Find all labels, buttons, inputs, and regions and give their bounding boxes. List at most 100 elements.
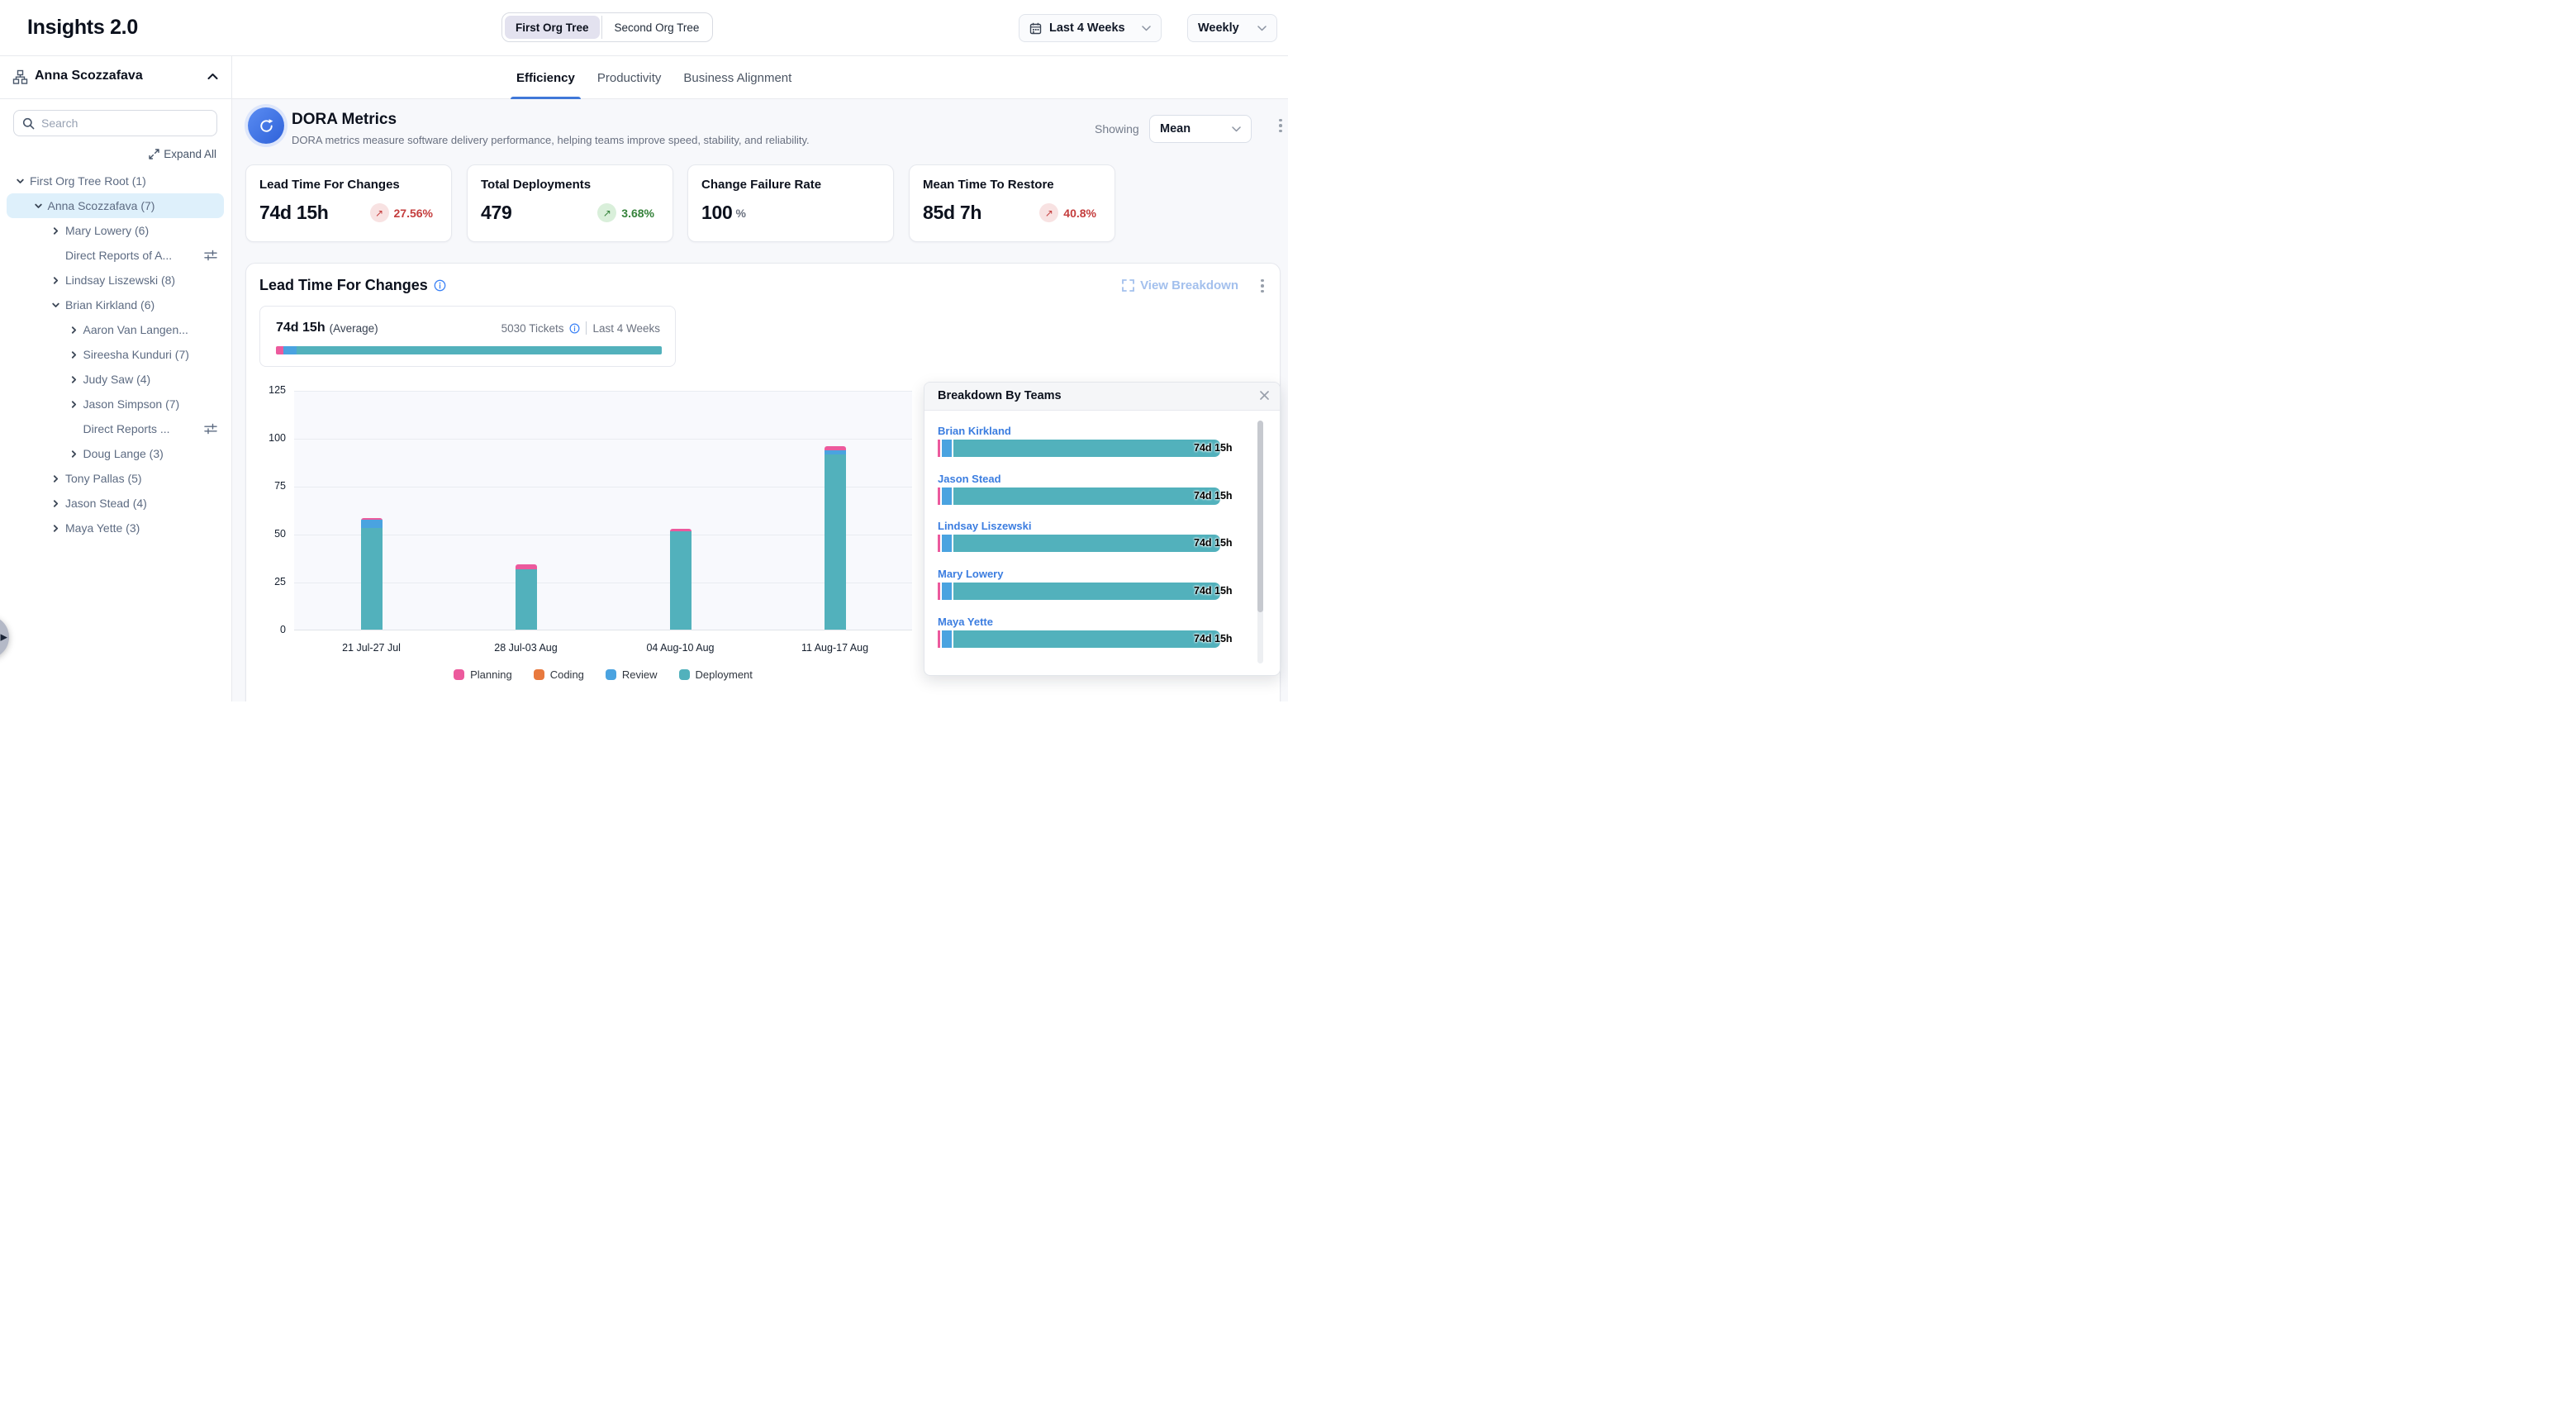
chevron-right-icon[interactable] <box>51 275 61 285</box>
dora-kebab-menu[interactable] <box>1275 117 1286 134</box>
legend-item: Review <box>606 668 658 681</box>
metric-card: Mean Time To Restore85d 7h↗40.8% <box>909 164 1115 242</box>
team-name-link[interactable]: Maya Yette <box>938 616 993 628</box>
metric-card-title: Mean Time To Restore <box>923 178 1101 192</box>
chart-legend: PlanningCodingReviewDeployment <box>294 668 912 681</box>
expand-all-button[interactable]: Expand All <box>149 148 216 160</box>
tree-item[interactable]: Sireesha Kunduri (7) <box>7 342 224 367</box>
search-input[interactable] <box>41 117 208 130</box>
tab-business-alignment[interactable]: Business Alignment <box>681 56 794 99</box>
tree-item[interactable]: Brian Kirkland (6) <box>7 292 224 317</box>
metric-card: Change Failure Rate100% <box>687 164 894 242</box>
chevron-right-icon[interactable] <box>51 523 61 533</box>
tree-item-label: Maya Yette (3) <box>65 521 140 535</box>
toggle-second-org-tree[interactable]: Second Org Tree <box>604 16 711 39</box>
tabs: Efficiency Productivity Business Alignme… <box>514 56 794 99</box>
average-label: (Average) <box>330 322 378 335</box>
team-name-link[interactable]: Jason Stead <box>938 473 1001 485</box>
tree-item[interactable]: Mary Lowery (6) <box>7 218 224 243</box>
showing-dropdown[interactable]: Mean <box>1149 115 1252 143</box>
tree-item[interactable]: Direct Reports of A... <box>7 243 224 268</box>
tree-item[interactable]: Doug Lange (3) <box>7 441 224 466</box>
expand-all-label: Expand All <box>164 148 216 160</box>
y-tick-label: 50 <box>253 528 286 540</box>
chevron-right-icon[interactable] <box>69 374 79 384</box>
trend-up-icon: ↗ <box>370 203 389 222</box>
stacked-bar <box>825 446 846 630</box>
tree-item[interactable]: Direct Reports ... <box>7 416 224 441</box>
date-range-dropdown[interactable]: Last 4 Weeks <box>1019 14 1162 42</box>
filter-sliders-icon[interactable] <box>204 250 217 261</box>
team-name-link[interactable]: Mary Lowery <box>938 568 1003 580</box>
chevron-right-icon[interactable] <box>69 350 79 359</box>
granularity-dropdown[interactable]: Weekly <box>1187 14 1277 42</box>
org-tree: First Org Tree Root (1) Anna Scozzafava (… <box>0 169 231 540</box>
team-bar-segment-review <box>942 583 952 600</box>
lead-time-kebab-menu[interactable] <box>1257 278 1268 294</box>
tab-productivity[interactable]: Productivity <box>595 56 664 99</box>
team-bar-segment-review <box>942 630 952 648</box>
insights-app: Insights 2.0 First Org Tree Second Org T… <box>0 0 1288 702</box>
bar-chart-plot <box>294 391 912 630</box>
tree-item-label: Jason Stead (4) <box>65 497 147 510</box>
bar-segment-deployment <box>516 569 537 630</box>
tree-item-label: Direct Reports ... <box>83 422 170 435</box>
x-tick-label: 21 Jul-27 Jul <box>294 642 449 654</box>
tree-item[interactable]: Tony Pallas (5) <box>7 466 224 491</box>
tree-item[interactable]: First Org Tree Root (1) <box>7 169 224 193</box>
sidebar-search[interactable] <box>13 110 217 136</box>
tree-item-label: First Org Tree Root (1) <box>30 174 146 188</box>
chevron-right-icon[interactable] <box>69 325 79 335</box>
chevron-down-icon <box>1232 126 1241 132</box>
tree-item[interactable]: Lindsay Liszewski (8) <box>7 268 224 292</box>
view-breakdown-button[interactable]: View Breakdown <box>1122 278 1238 292</box>
dora-cycle-icon <box>248 107 284 144</box>
toggle-first-org-tree[interactable]: First Org Tree <box>505 16 600 39</box>
legend-item: Planning <box>454 668 512 681</box>
x-tick-label: 28 Jul-03 Aug <box>449 642 603 654</box>
tree-item[interactable]: Jason Simpson (7) <box>7 392 224 416</box>
bar-segment-deployment <box>361 528 383 629</box>
team-bar-segment-review <box>942 487 952 505</box>
app-title: Insights 2.0 <box>27 16 138 40</box>
sidebar-user-name: Anna Scozzafava <box>35 69 143 83</box>
chevron-up-icon[interactable] <box>207 73 218 80</box>
team-bar-segment-planning <box>938 487 940 505</box>
legend-label: Planning <box>470 668 512 681</box>
metric-value: 479 <box>481 202 511 224</box>
team-bar-value: 74d 15h <box>1194 537 1233 549</box>
tree-item[interactable]: Judy Saw (4) <box>7 367 224 392</box>
chevron-down-icon[interactable] <box>34 201 44 211</box>
tab-efficiency[interactable]: Efficiency <box>514 56 577 99</box>
tree-item[interactable]: Anna Scozzafava (7) <box>7 193 224 218</box>
chevron-right-icon[interactable] <box>51 473 61 483</box>
tree-item-label: Judy Saw (4) <box>83 373 151 386</box>
average-summary-line: 74d 15h (Average) 5030 Tickets Last 4 We… <box>276 321 660 335</box>
chevron-right-icon[interactable] <box>69 449 79 459</box>
metric-value: 100 <box>701 202 732 224</box>
tree-item[interactable]: Jason Stead (4) <box>7 491 224 516</box>
team-name-link[interactable]: Brian Kirkland <box>938 425 1011 437</box>
chevron-down-icon[interactable] <box>16 176 26 186</box>
chevron-right-icon[interactable] <box>51 498 61 508</box>
tree-item[interactable]: Aaron Van Langen... <box>7 317 224 342</box>
stacked-bar <box>670 529 692 630</box>
org-tree-toggle: First Org Tree Second Org Tree <box>501 12 713 42</box>
chevron-down-icon[interactable] <box>51 300 61 310</box>
chevron-right-icon[interactable] <box>69 399 79 409</box>
team-bar-segment-planning <box>938 440 940 457</box>
chevron-right-icon[interactable] <box>51 226 61 235</box>
team-name-link[interactable]: Lindsay Liszewski <box>938 520 1031 532</box>
close-icon[interactable] <box>1259 390 1270 401</box>
x-tick-label: 04 Aug-10 Aug <box>603 642 758 654</box>
stacked-bar <box>361 518 383 630</box>
info-icon[interactable] <box>434 279 446 292</box>
top-bar: Insights 2.0 First Org Tree Second Org T… <box>0 0 1288 56</box>
filter-sliders-icon[interactable] <box>204 423 217 435</box>
panel-scrollbar-thumb[interactable] <box>1257 421 1263 612</box>
team-bar-segment-planning <box>938 535 940 552</box>
info-icon[interactable] <box>569 323 580 334</box>
average-bar-segment-review <box>283 346 297 354</box>
tree-item[interactable]: Maya Yette (3) <box>7 516 224 540</box>
breakdown-panel-title: Breakdown By Teams <box>938 389 1062 402</box>
